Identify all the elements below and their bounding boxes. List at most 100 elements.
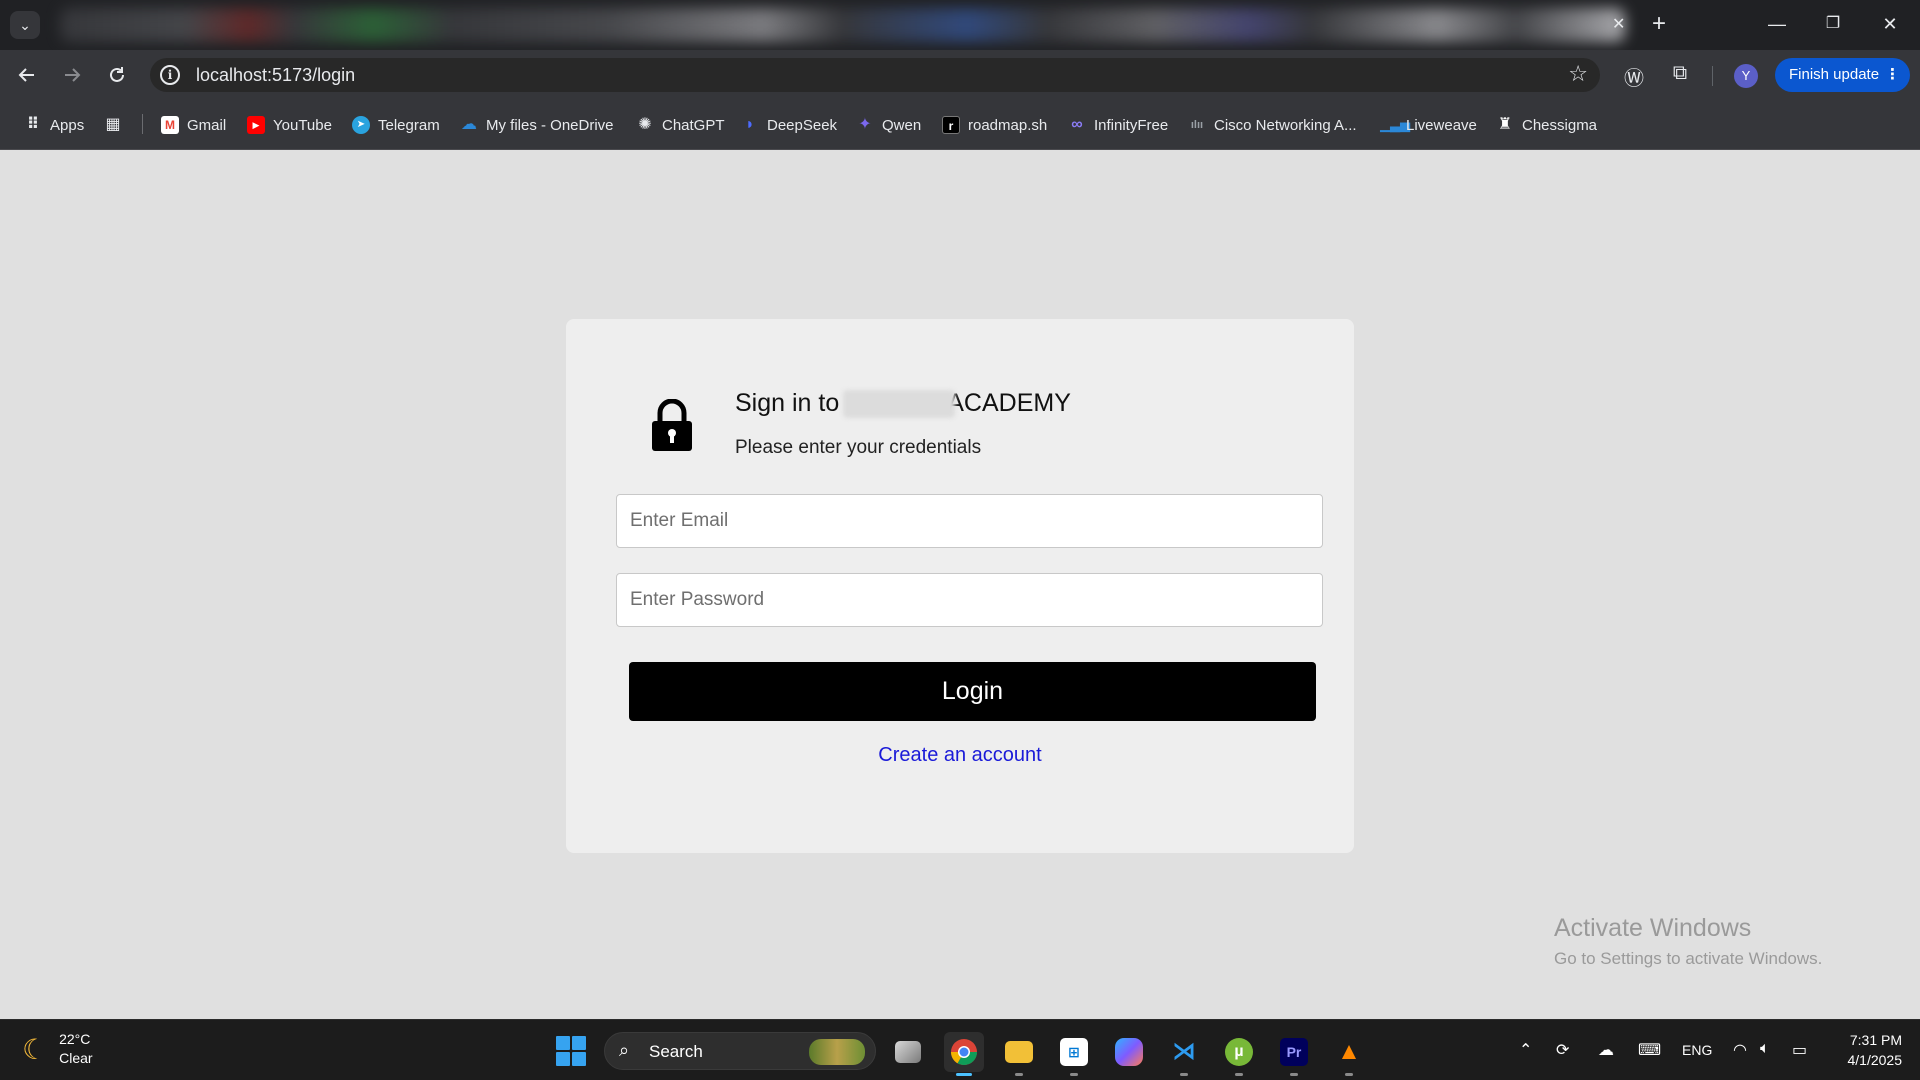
create-account-link[interactable]: Create an account	[566, 744, 1354, 767]
more-menu-icon: ⋮	[1885, 66, 1900, 83]
taskbar: ☾ 22°C Clear ⌕ Search ⊞ ⋊ µ Pr ▲ ⌃ ⟳ ☁ ⌨…	[0, 1019, 1920, 1080]
taskbar-m365[interactable]	[1109, 1032, 1149, 1072]
create-account-label: Create an account	[878, 744, 1042, 766]
folder-icon	[1005, 1041, 1033, 1063]
language-indicator[interactable]: ENG	[1682, 1042, 1712, 1058]
address-bar[interactable]: i localhost:5173/login ☆	[150, 58, 1600, 92]
redacted-brand-name	[843, 390, 956, 419]
deepseek-icon: ◗	[745, 116, 755, 133]
bookmark-chatgpt[interactable]: ✺ ChatGPT	[636, 114, 724, 136]
taskbar-search[interactable]: ⌕ Search	[604, 1032, 876, 1070]
new-tab-button[interactable]: +	[1652, 10, 1666, 38]
close-window-button[interactable]: ✕	[1870, 10, 1910, 38]
bookmark-apps[interactable]: ⠿ Apps	[24, 114, 84, 136]
browser-toolbar: i localhost:5173/login ☆ Ⓦ ⧉ Y Finish up…	[0, 50, 1920, 100]
qwen-icon: ✦	[858, 116, 872, 133]
windows-logo-pane	[556, 1052, 570, 1066]
wappalyzer-extension-icon[interactable]: Ⓦ	[1620, 62, 1648, 91]
bookmark-liveweave[interactable]: ▁▃▅ Liveweave	[1380, 114, 1477, 136]
windows-logo-icon	[556, 1036, 570, 1050]
finish-update-label: Finish update	[1789, 66, 1880, 83]
bookmark-infinityfree[interactable]: ∞ InfinityFree	[1068, 114, 1168, 136]
reload-icon	[110, 67, 124, 82]
taskbar-premiere[interactable]: Pr	[1274, 1032, 1314, 1076]
volume-icon[interactable]: 🔈︎	[1760, 1040, 1770, 1058]
activate-windows-watermark: Activate Windows Go to Settings to activ…	[1554, 914, 1822, 969]
lock-icon	[652, 399, 692, 451]
weather-widget[interactable]: ☾ 22°C Clear	[22, 1030, 93, 1068]
blurred-tabs[interactable]	[60, 8, 1625, 42]
url-text[interactable]: localhost:5173/login	[196, 65, 355, 86]
keyboard-icon[interactable]: ⌨	[1638, 1040, 1661, 1060]
login-card: Sign in to ACADEMY Please enter your cred…	[566, 319, 1354, 853]
bookmark-label: My files - OneDrive	[486, 116, 614, 134]
finish-update-button[interactable]: Finish update ⋮	[1775, 58, 1910, 92]
sync-icon[interactable]: ⟳	[1556, 1040, 1569, 1060]
running-indicator	[1235, 1073, 1243, 1076]
tab-search-button[interactable]: ⌄	[10, 11, 40, 39]
password-field[interactable]	[616, 573, 1323, 627]
liveweave-icon: ▁▃▅	[1380, 117, 1410, 132]
infinityfree-icon: ∞	[1071, 116, 1083, 133]
page-title: Sign in to ACADEMY	[735, 389, 1071, 419]
taskbar-vscode[interactable]: ⋊	[1164, 1032, 1204, 1076]
taskbar-vlc[interactable]: ▲	[1329, 1032, 1369, 1076]
tab-strip: ⌄ ✕ + — ❐ ✕	[0, 0, 1920, 50]
utorrent-icon: µ	[1225, 1038, 1253, 1066]
taskbar-file-explorer[interactable]	[999, 1032, 1039, 1076]
taskbar-store[interactable]: ⊞	[1054, 1032, 1094, 1076]
extensions-puzzle-icon[interactable]: ⧉	[1666, 62, 1694, 85]
show-hidden-icons-chevron-icon[interactable]: ⌃	[1519, 1040, 1532, 1060]
premiere-pro-icon: Pr	[1280, 1038, 1308, 1066]
vlc-icon: ▲	[1337, 1038, 1361, 1065]
start-button[interactable]	[556, 1036, 586, 1066]
bookmark-label: InfinityFree	[1094, 116, 1169, 134]
arrow-right-icon	[65, 68, 81, 82]
task-view-button[interactable]	[888, 1032, 928, 1072]
vscode-icon: ⋊	[1172, 1038, 1196, 1065]
bookmark-onedrive[interactable]: ☁ My files - OneDrive	[460, 114, 614, 136]
bookmark-telegram[interactable]: ➤ Telegram	[352, 114, 440, 136]
battery-icon[interactable]: ▭	[1792, 1040, 1807, 1060]
cisco-icon: ılıı	[1190, 119, 1204, 131]
login-button[interactable]: Login	[629, 662, 1316, 721]
wifi-icon[interactable]: ◠	[1733, 1040, 1747, 1060]
close-tab-icon[interactable]: ✕	[1612, 14, 1625, 34]
chessigma-icon: ♜	[1497, 116, 1513, 133]
running-indicator	[1290, 1073, 1298, 1076]
bookmark-chessigma[interactable]: ♜ Chessigma	[1496, 114, 1597, 136]
forward-button[interactable]	[57, 61, 87, 89]
site-info-icon[interactable]: i	[160, 65, 180, 85]
moon-icon: ☾	[22, 1033, 48, 1065]
tab-groups-button[interactable]: ▦	[104, 114, 122, 136]
bookmark-roadmap[interactable]: r roadmap.sh	[942, 114, 1047, 136]
back-button[interactable]	[12, 61, 42, 89]
profile-avatar[interactable]: Y	[1734, 64, 1758, 88]
minimize-button[interactable]: —	[1757, 10, 1797, 38]
toolbar-divider	[1712, 66, 1713, 86]
bookmark-star-icon[interactable]: ☆	[1568, 61, 1588, 87]
bookmarks-divider	[142, 114, 143, 134]
bookmark-label: Telegram	[378, 116, 440, 134]
bookmark-qwen[interactable]: ✦ Qwen	[856, 114, 921, 136]
restore-button[interactable]: ❐	[1813, 10, 1853, 38]
bookmark-deepseek[interactable]: ◗ DeepSeek	[741, 114, 837, 136]
roadmap-icon: r	[942, 116, 960, 134]
bookmark-gmail[interactable]: M Gmail	[161, 114, 226, 136]
bookmark-cisco[interactable]: ılıı Cisco Networking A...	[1188, 114, 1357, 136]
onedrive-tray-icon[interactable]: ☁	[1598, 1040, 1614, 1060]
arrow-left-icon	[18, 68, 34, 82]
bookmark-label: Liveweave	[1406, 116, 1477, 134]
windows-logo-pane	[572, 1052, 586, 1066]
windows-logo-pane	[572, 1036, 586, 1050]
email-field[interactable]	[616, 494, 1323, 548]
watermark-title: Activate Windows	[1554, 914, 1752, 942]
bookmark-label: Chessigma	[1522, 116, 1598, 134]
system-clock[interactable]: 7:31 PM 4/1/2025	[1832, 1030, 1903, 1070]
running-indicator	[1345, 1073, 1353, 1076]
taskbar-chrome[interactable]	[944, 1032, 984, 1076]
reload-button[interactable]	[102, 61, 132, 89]
bookmark-youtube[interactable]: ▶ YouTube	[247, 114, 332, 136]
taskbar-utorrent[interactable]: µ	[1219, 1032, 1259, 1076]
chatgpt-icon: ✺	[638, 116, 652, 133]
